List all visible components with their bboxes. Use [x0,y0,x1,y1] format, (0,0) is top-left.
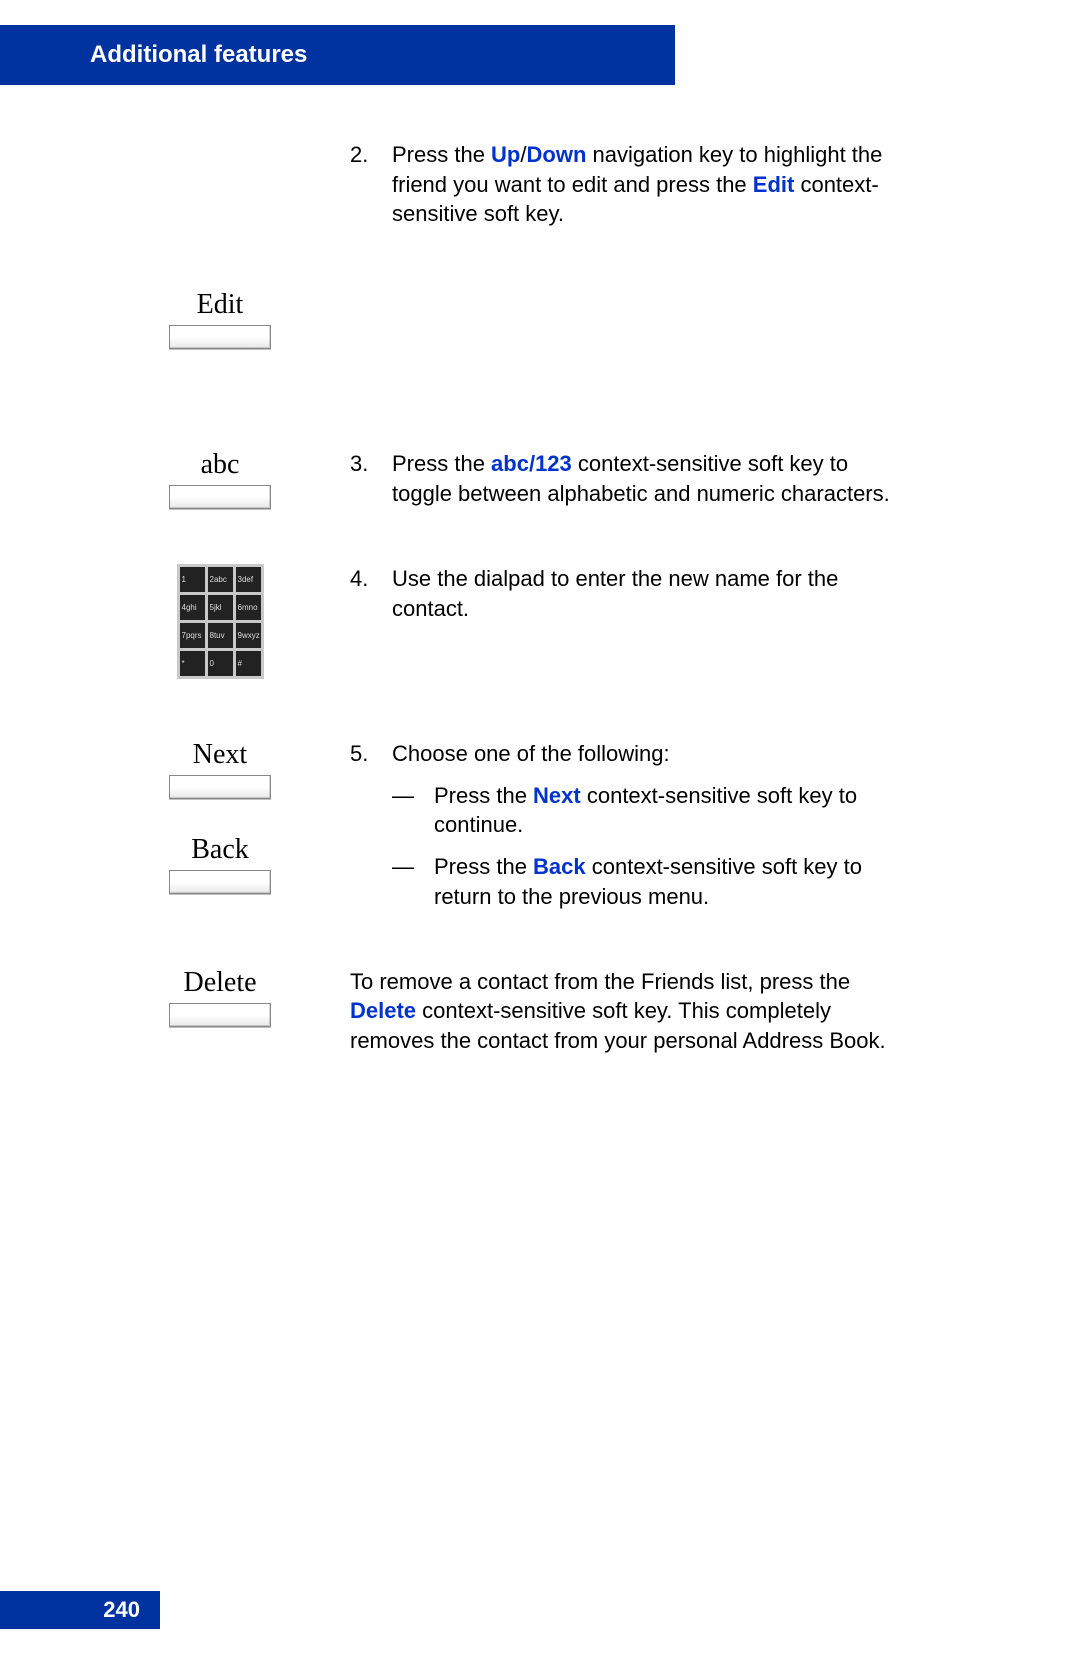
header-title: Additional features [90,41,307,69]
keyword-back: Back [533,854,586,879]
dialpad-key: 9wxyz [236,623,261,648]
step-4-row: 1 2abc 3def 4ghi 5jkl 6mno 7pqrs 8tuv 9w… [90,564,910,679]
step-5-row: Next Back 5. Choose one of the following… [90,739,910,911]
softkey-edit: Edit [169,289,271,349]
softkey-back: Back [169,834,271,894]
step-5-number: 5. [350,739,392,769]
step-2: 2. Press the Up/Down navigation key to h… [350,140,910,229]
header-bar: Additional features [0,25,675,85]
softkey-back-button [169,870,271,894]
softkey-delete: Delete [169,967,271,1027]
dialpad-key: 0 [208,651,233,676]
dialpad-icon: 1 2abc 3def 4ghi 5jkl 6mno 7pqrs 8tuv 9w… [177,564,264,679]
footer-bar: 240 [0,1591,160,1629]
step-2-row: 2. Press the Up/Down navigation key to h… [90,140,910,229]
step-5: 5. Choose one of the following: [350,739,910,769]
step-4: 4. Use the dialpad to enter the new name… [350,564,910,623]
delete-note: To remove a contact from the Friends lis… [350,967,910,1056]
page-number: 240 [103,1597,140,1623]
softkey-next: Next [169,739,271,799]
keyword-down: Down [527,142,587,167]
step-3-row: abc 3. Press the abc/123 context-sensiti… [90,449,910,509]
step-5-body: Choose one of the following: [392,739,910,769]
softkey-next-button [169,775,271,799]
edit-key-row: Edit [90,289,910,349]
step-3: 3. Press the abc/123 context-sensitive s… [350,449,910,508]
dialpad-key: # [236,651,261,676]
dialpad-key: * [180,651,205,676]
keyword-next: Next [533,783,581,808]
softkey-delete-button [169,1003,271,1027]
step-2-number: 2. [350,140,392,229]
dialpad-key: 2abc [208,567,233,592]
step-3-number: 3. [350,449,392,508]
softkey-edit-button [169,325,271,349]
dialpad-key: 6mno [236,595,261,620]
dialpad-key: 4ghi [180,595,205,620]
dialpad-key: 1 [180,567,205,592]
softkey-abc: abc [169,449,271,509]
step-5-option-back: — Press the Back context-sensitive soft … [392,852,910,911]
step-4-number: 4. [350,564,392,623]
content: 2. Press the Up/Down navigation key to h… [0,130,1080,1056]
page: Additional features 2. Press the Up/Down… [0,0,1080,1669]
step-3-body: Press the abc/123 context-sensitive soft… [392,449,910,508]
step-4-body: Use the dialpad to enter the new name fo… [392,564,910,623]
softkey-back-label: Back [191,834,249,866]
step-5-option-next: — Press the Next context-sensitive soft … [392,781,910,840]
softkey-next-label: Next [193,739,247,771]
dialpad-key: 3def [236,567,261,592]
keyword-abc123: abc/123 [491,451,572,476]
step-5-options: — Press the Next context-sensitive soft … [350,781,910,912]
dialpad-key: 5jkl [208,595,233,620]
dialpad-key: 8tuv [208,623,233,648]
softkey-abc-label: abc [201,449,240,481]
keyword-up: Up [491,142,520,167]
keyword-edit: Edit [753,172,795,197]
keyword-delete: Delete [350,998,416,1023]
softkey-delete-label: Delete [183,967,256,999]
step-2-body: Press the Up/Down navigation key to high… [392,140,910,229]
delete-row: Delete To remove a contact from the Frie… [90,967,910,1056]
softkey-abc-button [169,485,271,509]
softkey-edit-label: Edit [197,289,244,321]
dialpad-key: 7pqrs [180,623,205,648]
